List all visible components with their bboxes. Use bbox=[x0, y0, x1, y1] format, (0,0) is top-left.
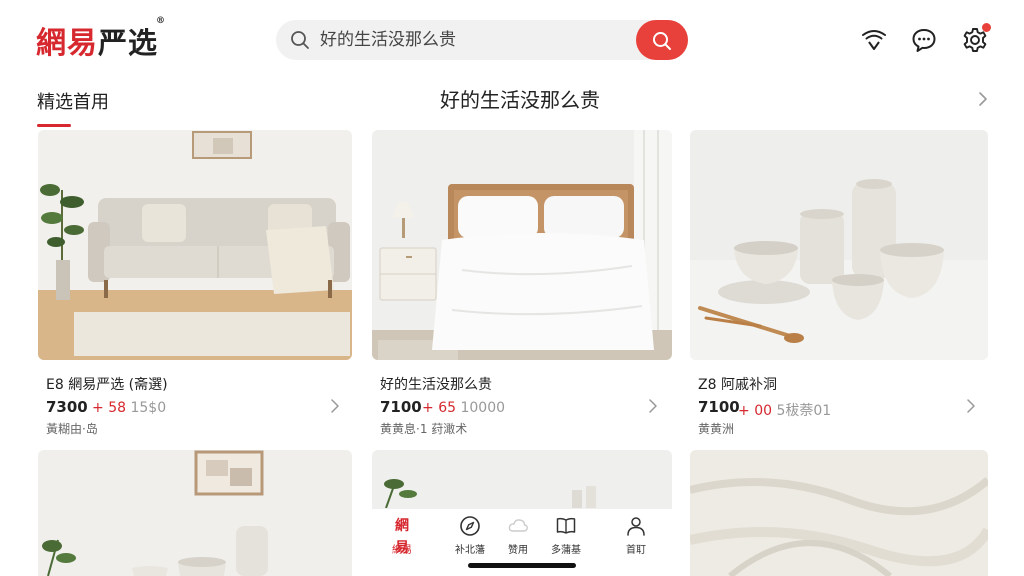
search-button[interactable] bbox=[636, 20, 688, 60]
promo-value: 58 bbox=[108, 400, 127, 416]
search-icon bbox=[653, 32, 671, 50]
tab-discover[interactable]: 补北藩 bbox=[444, 515, 496, 556]
product-image-decor[interactable] bbox=[38, 450, 352, 576]
product-promo-price: + 58 15$0 bbox=[92, 400, 166, 416]
search-bar[interactable]: 好的生活没那么贵 bbox=[276, 20, 688, 60]
book-icon bbox=[556, 517, 576, 534]
chevron-right-icon[interactable] bbox=[966, 398, 976, 414]
brand-logo-icon: 網易 bbox=[395, 518, 409, 556]
logo-suffix-text: 严选 bbox=[98, 26, 159, 60]
brand-logo[interactable]: 網易严选 ® bbox=[36, 16, 165, 62]
search-placeholder[interactable]: 好的生活没那么贵 bbox=[320, 30, 456, 50]
registered-mark: ® bbox=[156, 16, 167, 26]
home-indicator[interactable] bbox=[468, 563, 576, 568]
product-subtitle: 黄黄洲 bbox=[698, 422, 735, 436]
chevron-right-icon[interactable] bbox=[648, 398, 658, 414]
product-subtitle: 黃糊由·岛 bbox=[46, 422, 98, 436]
section-title: 好的生活没那么贵 bbox=[440, 88, 600, 112]
product-price: 7300 bbox=[46, 398, 88, 416]
product-price: 7100 bbox=[698, 398, 740, 416]
tab-label: 赞用 bbox=[508, 545, 528, 556]
product-image-sofa[interactable] bbox=[38, 130, 352, 360]
promo-prefix: + bbox=[738, 403, 750, 419]
original-price: 10000 bbox=[460, 400, 506, 416]
chevron-right-icon[interactable] bbox=[330, 398, 340, 414]
original-price: 5秡萘01 bbox=[776, 403, 832, 419]
product-promo-price: + 65 10000 bbox=[422, 400, 505, 416]
product-name[interactable]: Z8 阿戚补洞 bbox=[698, 374, 777, 394]
product-image-bed[interactable] bbox=[372, 130, 672, 360]
tab-profile[interactable]: 首耵 bbox=[610, 515, 662, 556]
product-image-fabric[interactable] bbox=[690, 450, 988, 576]
search-icon bbox=[291, 31, 309, 49]
chevron-right-icon[interactable] bbox=[976, 90, 990, 108]
product-image-ceramics[interactable] bbox=[690, 130, 988, 360]
tab-label: 多蒲基 bbox=[551, 545, 581, 556]
active-tab-indicator bbox=[37, 124, 71, 127]
original-price: 15$0 bbox=[130, 400, 167, 416]
promo-prefix: + bbox=[422, 400, 434, 416]
logo-main-text: 網易 bbox=[36, 26, 98, 61]
product-name[interactable]: E8 網易严选 (斋選) bbox=[46, 374, 168, 394]
tab-label: 补北藩 bbox=[455, 545, 485, 556]
tab-label: 網易 bbox=[392, 545, 412, 556]
product-subtitle: 黄黄息·1 荮澉术 bbox=[380, 422, 468, 436]
promo-value: 65 bbox=[438, 400, 457, 416]
wifi-icon[interactable] bbox=[860, 26, 888, 54]
promo-value: 00 bbox=[754, 403, 773, 419]
tab-categories[interactable]: 多蒲基 bbox=[540, 515, 592, 556]
tab-label: 首耵 bbox=[626, 545, 646, 556]
compass-icon bbox=[460, 516, 480, 536]
tab-home[interactable]: 網易 網易 bbox=[376, 515, 428, 556]
notification-dot bbox=[982, 23, 991, 32]
tab-featured[interactable]: 精选首用 bbox=[37, 88, 109, 114]
product-promo-price: + 00 5秡萘01 bbox=[738, 400, 831, 420]
product-price: 7100 bbox=[380, 398, 422, 416]
cloud-icon bbox=[508, 519, 528, 532]
product-name[interactable]: 好的生活没那么贵 bbox=[380, 374, 492, 394]
chat-bubble-icon[interactable] bbox=[910, 26, 938, 54]
top-header: 網易严选 ® 好的生活没那么贵 bbox=[0, 0, 1024, 80]
promo-prefix: + bbox=[92, 400, 104, 416]
settings-button[interactable] bbox=[961, 23, 991, 54]
person-icon bbox=[627, 517, 645, 536]
tab-featured[interactable]: 赞用 bbox=[492, 515, 544, 556]
